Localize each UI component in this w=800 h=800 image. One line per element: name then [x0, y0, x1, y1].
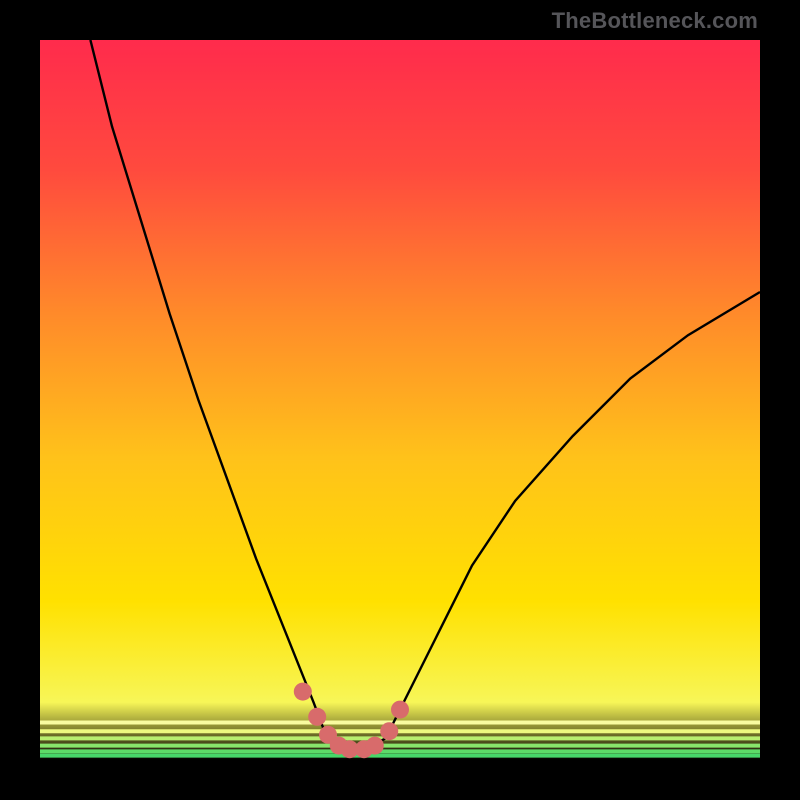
chart-svg — [40, 40, 760, 760]
chart-frame — [40, 40, 760, 760]
chart-background — [40, 40, 760, 760]
highlight-dot — [294, 683, 312, 701]
highlight-dot — [366, 737, 384, 755]
highlight-dot — [391, 701, 409, 719]
highlight-dot — [380, 722, 398, 740]
highlight-dot — [308, 708, 326, 726]
watermark-text: TheBottleneck.com — [552, 8, 758, 34]
